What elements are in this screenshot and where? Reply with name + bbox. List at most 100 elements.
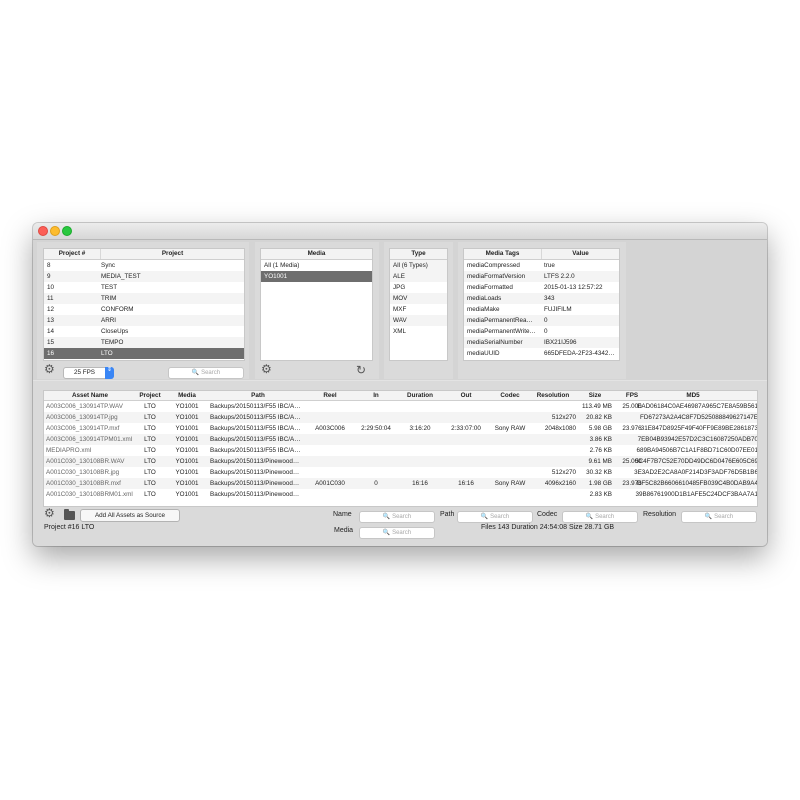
media-tag-row[interactable]: mediaMake FUJIFILM: [464, 304, 619, 315]
fps-stepper-icon[interactable]: ⇕: [105, 367, 114, 379]
asset-row[interactable]: A003C006_130914TPM01.xml LTO YO1001 Backups…: [44, 434, 757, 445]
project-row[interactable]: 9 MEDIA_TEST: [44, 271, 244, 282]
project-row[interactable]: 12 CONFORM: [44, 304, 244, 315]
gear-icon[interactable]: ⚙: [261, 363, 272, 375]
column-header-project[interactable]: Project: [101, 249, 244, 259]
path-search-input[interactable]: 🔍 Search: [457, 511, 533, 523]
projects-table-header: Project # Project: [44, 249, 244, 260]
resolution-search-input[interactable]: 🔍 Search: [681, 511, 757, 523]
project-row[interactable]: 8 Sync: [44, 260, 244, 271]
column-header-name[interactable]: Asset Name: [46, 391, 134, 400]
fps-value: 25 FPS: [74, 369, 95, 376]
media-tag-row[interactable]: mediaFormatted 2015-01-13 12:57:22: [464, 282, 619, 293]
column-header-resolution[interactable]: Resolution: [530, 391, 576, 400]
add-all-assets-button[interactable]: Add All Assets as Source: [80, 509, 180, 522]
search-icon: 🔍: [704, 514, 713, 520]
media-tag-row[interactable]: mediaFormatVersion LTFS 2.2.0: [464, 271, 619, 282]
asset-row[interactable]: A001C030_130108BR.WAV LTO YO1001 Backups/20…: [44, 456, 757, 467]
project-name: TRIM: [101, 295, 117, 302]
asset-row[interactable]: A003C006_130914TP.WAV LTO YO1001 Backups/20…: [44, 401, 757, 412]
column-header-size[interactable]: Size: [578, 391, 612, 400]
gear-icon[interactable]: ⚙: [44, 363, 55, 375]
column-header-reel[interactable]: Reel: [308, 391, 352, 400]
project-row[interactable]: 14 CloseUps: [44, 326, 244, 337]
asset-project: LTO: [144, 425, 156, 432]
media-tag-value: 2015-01-13 12:57:22: [544, 284, 603, 291]
gear-icon[interactable]: ⚙: [44, 507, 55, 519]
media-tag-name: mediaUUID: [467, 350, 500, 357]
media-table-header[interactable]: Media: [261, 249, 372, 260]
column-header-md5[interactable]: MD5: [628, 391, 757, 400]
column-header-duration[interactable]: Duration: [400, 391, 440, 400]
resolution-search-placeholder: Search: [714, 514, 734, 520]
project-number: 8: [47, 262, 51, 269]
type-row[interactable]: ALE: [390, 271, 447, 282]
column-header-path[interactable]: Path: [210, 391, 306, 400]
project-search-input[interactable]: 🔍 Search: [168, 367, 244, 379]
refresh-icon[interactable]: ↻: [356, 364, 366, 376]
project-row[interactable]: 16 LTO: [44, 348, 244, 359]
close-window-button[interactable]: [38, 226, 48, 236]
project-row[interactable]: 11 TRIM: [44, 293, 244, 304]
asset-row[interactable]: A003C006_130914TP.jpg LTO YO1001 Backups/20…: [44, 412, 757, 423]
media-tag-row[interactable]: mediaPermanentWrite… 0: [464, 326, 619, 337]
project-row[interactable]: 13 ARRI: [44, 315, 244, 326]
media-tag-row[interactable]: mediaUUID 665DFEDA-2F23-4342…: [464, 348, 619, 359]
asset-row[interactable]: A001C030_130108BR.jpg LTO YO1001 Backups/20…: [44, 467, 757, 478]
media-tag-row[interactable]: mediaPermanentRea… 0: [464, 315, 619, 326]
assets-area: Asset Name Project Media Path Reel In Duration…: [33, 381, 767, 546]
fps-select[interactable]: 25 FPS ⇕: [63, 367, 114, 379]
minimize-window-button[interactable]: [50, 226, 60, 236]
search-icon: 🔍: [191, 370, 200, 376]
asset-row[interactable]: MEDIAPRO.xml LTO YO1001 Backups/20150113/F5…: [44, 445, 757, 456]
type-table-header[interactable]: Type: [390, 249, 447, 260]
media-tag-row[interactable]: mediaLoads 343: [464, 293, 619, 304]
column-header-project[interactable]: Project: [136, 391, 164, 400]
media-row[interactable]: YO1001: [261, 271, 372, 282]
asset-row[interactable]: A001C030_130108BRM01.xml LTO YO1001 Backups…: [44, 489, 757, 500]
project-row[interactable]: 15 TEMPO: [44, 337, 244, 348]
type-row[interactable]: MXF: [390, 304, 447, 315]
type-row[interactable]: JPG: [390, 282, 447, 293]
type-row[interactable]: WAV: [390, 315, 447, 326]
media-tag-row[interactable]: mediaCompressed true: [464, 260, 619, 271]
type-row[interactable]: MOV: [390, 293, 447, 304]
media-row[interactable]: All (1 Media): [261, 260, 372, 271]
asset-md5: EAD06184C0AE46987A965C7E8A59B561: [637, 403, 758, 410]
column-header-codec[interactable]: Codec: [492, 391, 528, 400]
folder-icon[interactable]: [64, 509, 75, 520]
media-tag-value: 343: [544, 295, 555, 302]
column-header-out[interactable]: Out: [442, 391, 490, 400]
asset-resolution: 512x270: [551, 414, 576, 421]
asset-md5: DF5C82B6606610485FB039C4B0DAB9A4: [636, 480, 758, 487]
column-header-media[interactable]: Media: [166, 391, 208, 400]
asset-md5: 39B86761900D1B1AFE5C24DCF3BAA7A1: [635, 491, 758, 498]
media-tag-value: 665DFEDA-2F23-4342…: [544, 350, 615, 357]
media-tag-row[interactable]: mediaSerialNumber IBX21IJ596: [464, 337, 619, 348]
project-row[interactable]: 10 TEST: [44, 282, 244, 293]
type-row[interactable]: XML: [390, 326, 447, 337]
asset-md5: 689BA94506B7C1A1F8BD71C60D07EE01: [636, 447, 758, 454]
assets-rows: A003C006_130914TP.WAV LTO YO1001 Backups/20…: [44, 401, 757, 500]
type-row[interactable]: All (6 Types): [390, 260, 447, 271]
project-number: 9: [47, 273, 51, 280]
asset-row[interactable]: A003C006_130914TP.mxf LTO YO1001 Backups/20…: [44, 423, 757, 434]
column-header-value[interactable]: Value: [542, 249, 619, 259]
asset-row[interactable]: A001C030_130108BR.mxf LTO YO1001 Backups/20…: [44, 478, 757, 489]
maximize-window-button[interactable]: [62, 226, 72, 236]
asset-name: A003C006_130914TP.mxf: [46, 425, 120, 432]
column-header-media-tags[interactable]: Media Tags: [464, 249, 541, 259]
column-header-project-number[interactable]: Project #: [44, 249, 100, 259]
asset-md5: 5C4F7B7C52E70DD49DC6D0476E605C69: [635, 458, 758, 465]
codec-search-input[interactable]: 🔍 Search: [562, 511, 638, 523]
name-search-input[interactable]: 🔍 Search: [359, 511, 435, 523]
media-tag-name: mediaPermanentWrite…: [467, 328, 536, 335]
media-search-input[interactable]: 🔍 Search: [359, 527, 435, 539]
project-name: LTO: [101, 350, 113, 357]
asset-size: 1.98 GB: [588, 480, 612, 487]
media-tag-name: mediaPermanentRea…: [467, 317, 533, 324]
asset-project: LTO: [144, 469, 156, 476]
media-rows: All (1 Media) YO1001: [261, 260, 372, 282]
column-header-in[interactable]: In: [354, 391, 398, 400]
asset-path: Backups/20150113/F55 IBC/A…: [210, 436, 301, 443]
